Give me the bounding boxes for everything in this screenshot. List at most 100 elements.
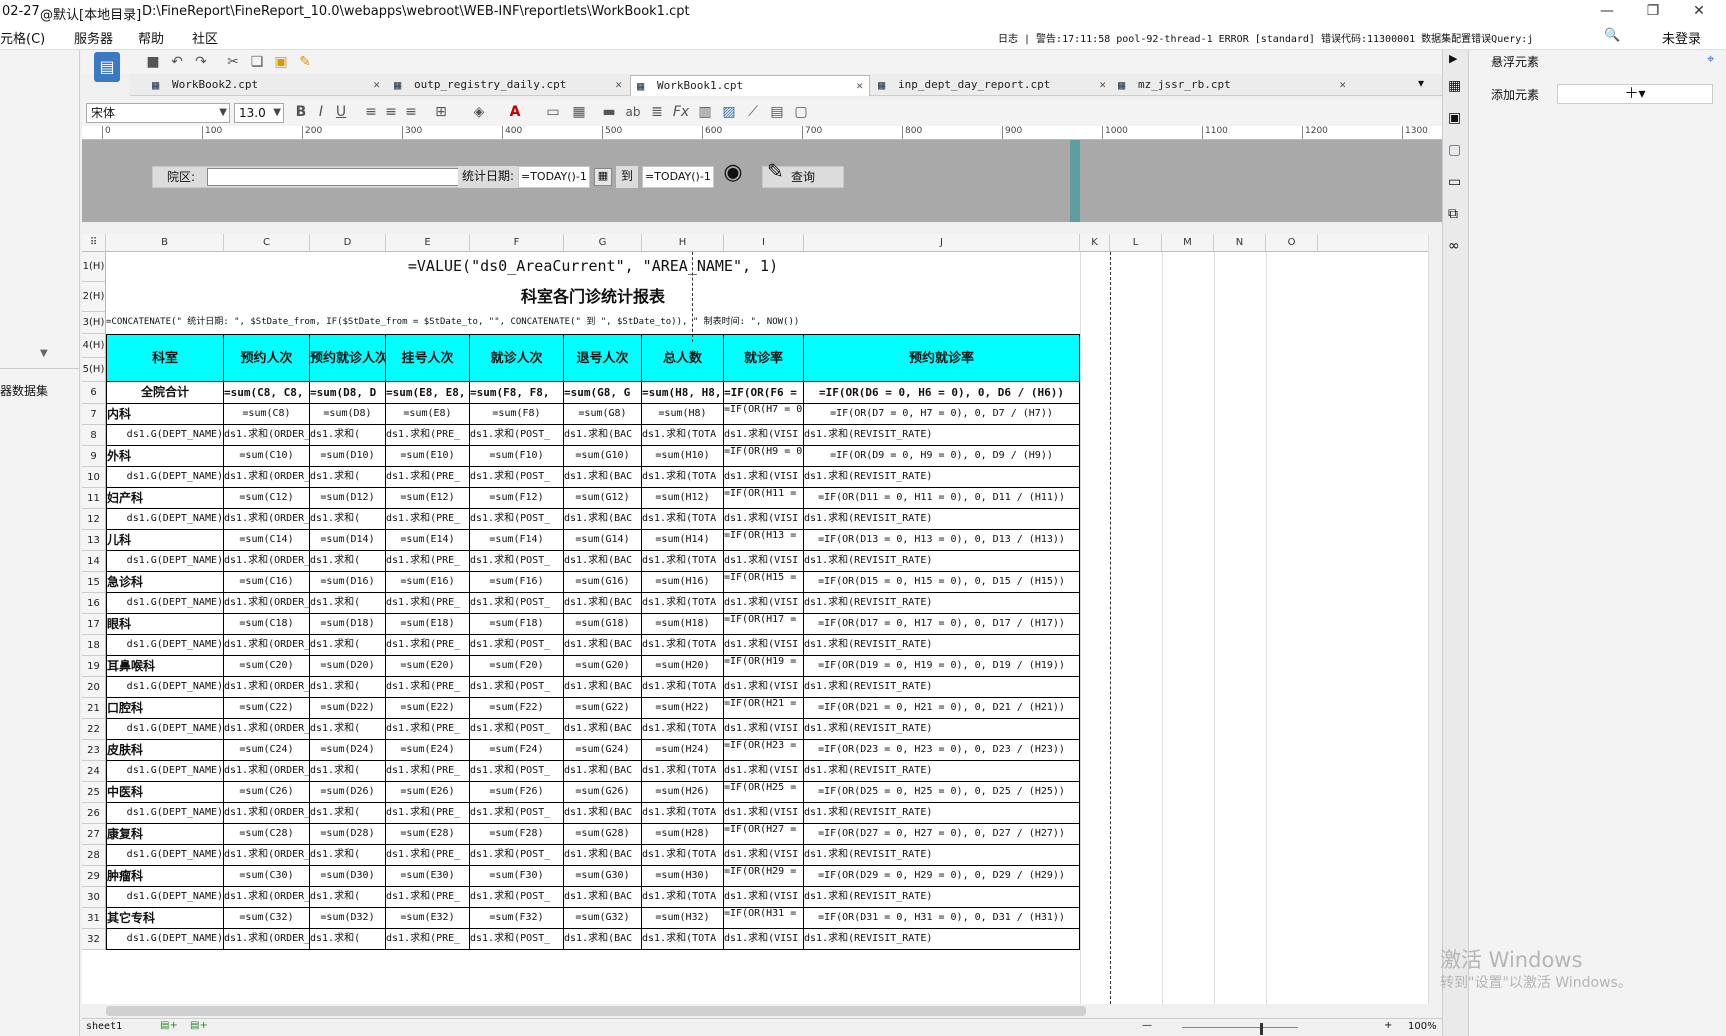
detail-cell[interactable]: ds1.求和(VISI <box>724 887 804 908</box>
detail-cell[interactable]: ds1.求和(REVISIT_RATE) <box>804 467 1080 488</box>
detail-cell[interactable]: ds1.求和(REVISIT_RATE) <box>804 551 1080 572</box>
detail-cell[interactable]: ds1.求和(POST_ <box>470 845 564 866</box>
sum-cell[interactable]: =sum(H16) <box>642 572 724 593</box>
log-message[interactable]: 日志 | 警告:17:11:58 pool-92-thread-1 ERROR … <box>998 30 1534 45</box>
detail-cell[interactable]: ds1.求和(TOTA <box>642 719 724 740</box>
total-cell[interactable]: =sum(H8, H8, <box>642 382 724 404</box>
detail-cell[interactable]: ds1.求和(POST_ <box>470 929 564 950</box>
revisit-formula-cell[interactable]: =IF(OR(D25 = 0, H25 = 0), 0, D25 / (H25)… <box>804 782 1080 803</box>
detail-cell[interactable]: ds1.求和(BAC <box>564 761 642 782</box>
dept-name-cell[interactable]: 眼科 <box>106 614 224 635</box>
bold-icon[interactable]: B <box>292 103 310 121</box>
revisit-formula-cell[interactable]: =IF(OR(D13 = 0, H13 = 0), 0, D13 / (H13)… <box>804 530 1080 551</box>
detail-cell[interactable]: ds1.G(DEPT_NAME) <box>106 803 224 824</box>
sum-cell[interactable]: =sum(E18) <box>386 614 470 635</box>
detail-cell[interactable]: ds1.求和(POST_ <box>470 467 564 488</box>
sum-cell[interactable]: =sum(F30) <box>470 866 564 887</box>
column-header-J[interactable]: J <box>804 234 1080 252</box>
merge-icon[interactable]: ▭ <box>544 103 562 121</box>
sum-cell[interactable]: =sum(H8) <box>642 404 724 425</box>
row-header[interactable]: 9 <box>82 446 106 467</box>
row-header[interactable]: 5(H) <box>82 358 106 382</box>
sum-cell[interactable]: =sum(D28) <box>310 824 386 845</box>
subreport-icon[interactable]: ▤ <box>768 103 786 121</box>
underline-icon[interactable]: U <box>332 103 350 121</box>
detail-cell[interactable]: ds1.求和(BAC <box>564 425 642 446</box>
detail-cell[interactable]: ds1.求和(ORDER_ <box>224 929 310 950</box>
sum-cell[interactable]: =sum(G18) <box>564 614 642 635</box>
row-header[interactable]: 32 <box>82 929 106 950</box>
row-header[interactable]: 31 <box>82 908 106 929</box>
column-header-B[interactable]: B <box>106 234 224 252</box>
dept-name-cell[interactable]: 内科 <box>106 404 224 425</box>
report-icon[interactable]: ▤ <box>94 52 120 82</box>
row-header[interactable]: 19 <box>82 656 106 677</box>
detail-cell[interactable]: ds1.求和(POST_ <box>470 425 564 446</box>
detail-cell[interactable]: ds1.G(DEPT_NAME) <box>106 929 224 950</box>
sum-cell[interactable]: =sum(G24) <box>564 740 642 761</box>
row-header[interactable]: 12 <box>82 509 106 530</box>
area-formula-cell[interactable]: =VALUE("ds0_AreaCurrent", "AREA_NAME", 1… <box>106 252 1080 282</box>
border-icon[interactable]: ⊞ <box>432 103 450 121</box>
row-header[interactable]: 18 <box>82 635 106 656</box>
detail-cell[interactable]: ds1.求和(TOTA <box>642 425 724 446</box>
detail-cell[interactable]: ds1.G(DEPT_NAME) <box>106 467 224 488</box>
redo-icon[interactable]: ↷ <box>192 53 210 71</box>
row-header[interactable]: 30 <box>82 887 106 908</box>
detail-cell[interactable]: ds1.求和(PRE_ <box>386 425 470 446</box>
detail-cell[interactable]: ds1.求和(POST_ <box>470 635 564 656</box>
sum-cell[interactable]: =sum(H26) <box>642 782 724 803</box>
detail-cell[interactable]: ds1.求和(ORDER_ <box>224 677 310 698</box>
sum-cell[interactable]: =sum(H10) <box>642 446 724 467</box>
detail-cell[interactable]: ds1.求和(POST_ <box>470 677 564 698</box>
rate-cell[interactable]: =IF(OR(H23 = <box>724 740 804 761</box>
detail-cell[interactable]: ds1.求和(VISI <box>724 509 804 530</box>
tab-mz-jssr[interactable]: ▦ mz_jssr_rb.cpt ✕ <box>1112 75 1352 96</box>
column-header-E[interactable]: E <box>386 234 470 252</box>
wrap-icon[interactable]: ▬ <box>600 103 618 121</box>
minimize-button[interactable]: — <box>1584 0 1630 24</box>
sum-cell[interactable]: =sum(F26) <box>470 782 564 803</box>
spreadsheet-grid[interactable]: 1(H) 2(H) 3(H) 4(H) 5(H) 6 7 8 9 10 11 12 13 14 15 16 17… <box>82 252 1428 1004</box>
dept-name-cell[interactable]: 耳鼻喉科 <box>106 656 224 677</box>
detail-cell[interactable]: ds1.求和(PRE_ <box>386 845 470 866</box>
font-color-icon[interactable]: A <box>506 103 524 121</box>
sum-cell[interactable]: =sum(E22) <box>386 698 470 719</box>
detail-cell[interactable]: ds1.求和( <box>310 719 386 740</box>
sum-cell[interactable]: =sum(E20) <box>386 656 470 677</box>
detail-cell[interactable]: ds1.求和(BAC <box>564 635 642 656</box>
sum-cell[interactable]: =sum(F12) <box>470 488 564 509</box>
column-header-L[interactable]: L <box>1110 234 1162 252</box>
total-cell[interactable]: =sum(C8, C8, <box>224 382 310 404</box>
revisit-formula-cell[interactable]: =IF(OR(D19 = 0, H19 = 0), 0, D19 / (H19)… <box>804 656 1080 677</box>
detail-cell[interactable]: ds1.G(DEPT_NAME) <box>106 845 224 866</box>
hyperlink-icon[interactable]: ⧉ <box>1448 206 1458 222</box>
dept-name-cell[interactable]: 皮肤科 <box>106 740 224 761</box>
pin-icon[interactable]: ⌖ <box>1707 52 1714 67</box>
revisit-formula-cell[interactable]: =IF(OR(D9 = 0, H9 = 0), 0, D9 / (H9)) <box>804 446 1080 467</box>
sum-cell[interactable]: =sum(F22) <box>470 698 564 719</box>
rate-cell[interactable]: =IF(OR(H17 = <box>724 614 804 635</box>
detail-cell[interactable]: ds1.求和(TOTA <box>642 803 724 824</box>
search-icon[interactable]: 🔍 <box>1604 28 1620 43</box>
dept-name-cell[interactable]: 外科 <box>106 446 224 467</box>
detail-cell[interactable]: ds1.求和(POST_ <box>470 761 564 782</box>
paste-icon[interactable]: ▣ <box>272 53 290 71</box>
tab-outp-registry[interactable]: ▦ outp_registry_daily.cpt ✕ <box>388 75 628 96</box>
detail-cell[interactable]: ds1.求和(ORDER_ <box>224 635 310 656</box>
rate-cell[interactable]: =IF(OR(H9 = 0, <box>724 446 804 467</box>
detail-cell[interactable]: ds1.求和(TOTA <box>642 887 724 908</box>
row-header[interactable]: 14 <box>82 551 106 572</box>
sum-cell[interactable]: =sum(D26) <box>310 782 386 803</box>
detail-cell[interactable]: ds1.求和( <box>310 467 386 488</box>
row-header[interactable]: 27 <box>82 824 106 845</box>
detail-cell[interactable]: ds1.求和(PRE_ <box>386 887 470 908</box>
add-element-button[interactable]: ＋▾ <box>1557 84 1713 104</box>
detail-cell[interactable]: ds1.求和(TOTA <box>642 467 724 488</box>
detail-cell[interactable]: ds1.求和(REVISIT_RATE) <box>804 677 1080 698</box>
detail-cell[interactable]: ds1.求和(REVISIT_RATE) <box>804 593 1080 614</box>
detail-cell[interactable]: ds1.求和(BAC <box>564 509 642 530</box>
chart-icon[interactable]: ▥ <box>696 103 714 121</box>
menu-cell[interactable]: 元格(C) <box>0 28 45 47</box>
calendar-icon[interactable]: ▦ <box>594 168 612 186</box>
